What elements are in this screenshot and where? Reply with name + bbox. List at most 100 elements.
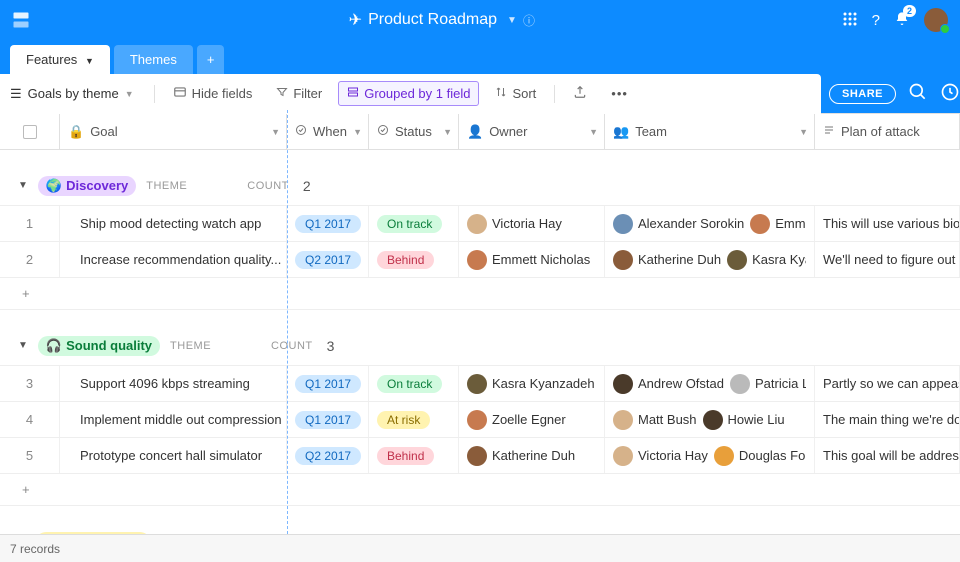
- add-tab-button[interactable]: +: [197, 45, 225, 74]
- cell-plan[interactable]: This will use various bior: [815, 206, 960, 241]
- theme-label: THEME: [146, 180, 187, 192]
- group-button[interactable]: Grouped by 1 field: [338, 81, 479, 106]
- lock-icon: 🔒: [68, 124, 84, 140]
- owner: Katherine Duh: [467, 446, 575, 466]
- group-header[interactable]: ▼ 🎧 Sound quality THEME COUNT 3: [0, 326, 960, 366]
- group-name: Discovery: [66, 178, 128, 193]
- record-count: 7 records: [10, 542, 60, 556]
- group-count: 2: [303, 178, 311, 194]
- tab-features[interactable]: Features ▼: [10, 45, 110, 74]
- status-pill: On track: [377, 375, 442, 393]
- cell-goal[interactable]: Implement middle out compression: [60, 402, 287, 437]
- cell-when[interactable]: Q1 2017: [287, 206, 369, 241]
- cell-plan[interactable]: We'll need to figure out t: [815, 242, 960, 277]
- cell-owner[interactable]: Emmett Nicholas: [459, 242, 605, 277]
- add-row-button[interactable]: +: [0, 474, 960, 506]
- add-row-button[interactable]: +: [0, 278, 960, 310]
- team-member: Andrew Ofstad: [613, 374, 724, 394]
- table-row[interactable]: 1 Ship mood detecting watch app Q1 2017 …: [0, 206, 960, 242]
- table-row[interactable]: 2 Increase recommendation quality... Q2 …: [0, 242, 960, 278]
- cell-status[interactable]: On track: [369, 206, 459, 241]
- team-member: Matt Bush: [613, 410, 697, 430]
- sort-button[interactable]: Sort: [487, 82, 544, 105]
- col-goal[interactable]: 🔒 Goal ▼: [60, 114, 287, 149]
- chevron-down-icon: ▼: [443, 127, 452, 137]
- col-team[interactable]: 👥 Team ▼: [605, 114, 815, 149]
- table-row[interactable]: 3 Support 4096 kbps streaming Q1 2017 On…: [0, 366, 960, 402]
- cell-when[interactable]: Q2 2017: [287, 242, 369, 277]
- cell-team[interactable]: Victoria HayDouglas Fors: [605, 438, 815, 473]
- cell-status[interactable]: At risk: [369, 402, 459, 437]
- triangle-down-icon[interactable]: ▼: [18, 340, 28, 351]
- table-row[interactable]: 5 Prototype concert hall simulator Q2 20…: [0, 438, 960, 474]
- cell-team[interactable]: Matt Bush Howie Liu: [605, 402, 815, 437]
- notification-icon[interactable]: 2: [894, 11, 910, 30]
- history-icon[interactable]: [940, 82, 960, 105]
- col-plan-of-attack[interactable]: Plan of attack: [815, 114, 960, 149]
- cell-goal[interactable]: Increase recommendation quality...: [60, 242, 287, 277]
- cell-when[interactable]: Q2 2017: [287, 438, 369, 473]
- cell-plan[interactable]: This goal will be address: [815, 438, 960, 473]
- cell-status[interactable]: Behind: [369, 242, 459, 277]
- cell-goal[interactable]: Support 4096 kbps streaming: [60, 366, 287, 401]
- airplane-icon: ✈: [349, 10, 362, 30]
- chevron-down-icon: ▼: [125, 89, 134, 99]
- help-icon[interactable]: ?: [872, 12, 880, 29]
- search-icon[interactable]: [908, 82, 928, 105]
- select-icon: [295, 124, 307, 139]
- share-button[interactable]: SHARE: [829, 84, 896, 104]
- cell-goal[interactable]: Ship mood detecting watch app: [60, 206, 287, 241]
- cell-when[interactable]: Q1 2017: [287, 402, 369, 437]
- avatar-icon: [467, 374, 487, 394]
- table-row[interactable]: 4 Implement middle out compression Q1 20…: [0, 402, 960, 438]
- info-icon[interactable]: ⓘ: [523, 12, 535, 29]
- cell-plan[interactable]: Partly so we can appeas: [815, 366, 960, 401]
- team-member: Emmet: [750, 214, 806, 234]
- tab-themes[interactable]: Themes: [114, 45, 193, 74]
- cell-status[interactable]: On track: [369, 366, 459, 401]
- cell-status[interactable]: Behind: [369, 438, 459, 473]
- group-pill: 🎧 Sound quality: [38, 336, 160, 356]
- notification-badge: 2: [903, 5, 916, 17]
- when-pill: Q1 2017: [295, 375, 361, 393]
- avatar-icon: [613, 410, 633, 430]
- col-status[interactable]: Status ▼: [369, 114, 459, 149]
- filter-button[interactable]: Filter: [268, 82, 330, 105]
- avatar-icon: [714, 446, 734, 466]
- base-title[interactable]: ✈ Product Roadmap ▼ ⓘ: [42, 10, 842, 30]
- cell-owner[interactable]: Zoelle Egner: [459, 402, 605, 437]
- select-all[interactable]: [0, 114, 60, 149]
- filter-icon: [276, 86, 288, 101]
- view-switcher[interactable]: ☰ Goals by theme ▼: [10, 86, 134, 102]
- avatar-icon: [613, 214, 633, 234]
- chevron-down-icon: ▼: [271, 127, 280, 137]
- cell-team[interactable]: Andrew Ofstad Patricia Li: [605, 366, 815, 401]
- app-logo-icon[interactable]: [12, 11, 30, 29]
- cell-team[interactable]: Alexander SorokinEmmet: [605, 206, 815, 241]
- status-pill: Behind: [377, 251, 434, 269]
- team-member: Howie Liu: [703, 410, 785, 430]
- export-button[interactable]: [565, 81, 595, 106]
- group-header[interactable]: ▼ 🌍 Discovery THEME COUNT 2: [0, 166, 960, 206]
- triangle-down-icon[interactable]: ▼: [18, 180, 28, 191]
- team-member: Patricia Li: [730, 374, 806, 394]
- cell-owner[interactable]: Victoria Hay: [459, 206, 605, 241]
- team-member: Douglas Fors: [714, 446, 806, 466]
- count-label: COUNT: [247, 180, 289, 192]
- more-button[interactable]: •••: [603, 82, 636, 105]
- cell-plan[interactable]: The main thing we're do: [815, 402, 960, 437]
- avatar-icon: [730, 374, 750, 394]
- tab-bar: Features ▼ Themes +: [0, 40, 960, 74]
- row-number: 5: [0, 438, 60, 473]
- cell-goal[interactable]: Prototype concert hall simulator: [60, 438, 287, 473]
- hide-fields-button[interactable]: Hide fields: [165, 81, 261, 106]
- cell-owner[interactable]: Katherine Duh: [459, 438, 605, 473]
- col-when[interactable]: When ▼: [287, 114, 369, 149]
- cell-when[interactable]: Q1 2017: [287, 366, 369, 401]
- user-avatar[interactable]: [924, 8, 948, 32]
- apps-icon[interactable]: [842, 11, 858, 30]
- cell-owner[interactable]: Kasra Kyanzadeh: [459, 366, 605, 401]
- cell-team[interactable]: Katherine DuhKasra Kyan: [605, 242, 815, 277]
- col-owner[interactable]: 👤 Owner ▼: [459, 114, 605, 149]
- theme-label: THEME: [170, 340, 211, 352]
